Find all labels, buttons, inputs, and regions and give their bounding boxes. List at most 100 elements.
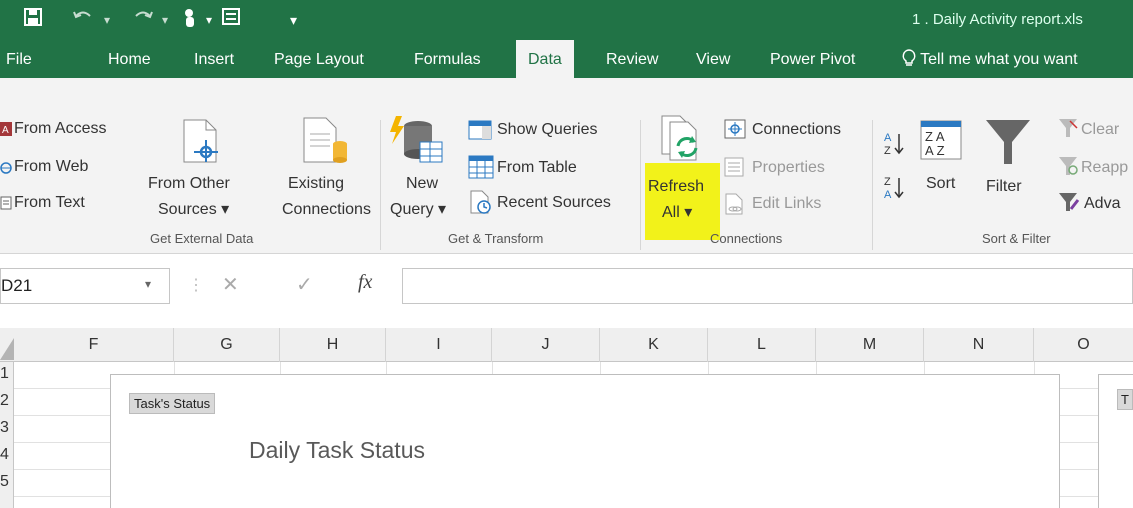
tab-power-pivot[interactable]: Power Pivot: [770, 40, 855, 78]
row-header-2[interactable]: 2: [0, 389, 14, 413]
from-text-button[interactable]: From Text: [14, 193, 85, 213]
sort-a-to-z-icon[interactable]: AZ: [884, 130, 904, 160]
name-box-dropdown-icon[interactable]: ▾: [145, 277, 151, 291]
group-separator: [872, 120, 873, 250]
tell-me-box[interactable]: Tell me what you want: [902, 40, 1078, 78]
recent-sources-icon: [468, 190, 492, 218]
properties-button[interactable]: Properties: [752, 158, 825, 178]
tab-review[interactable]: Review: [606, 40, 658, 78]
refresh-all-label-2[interactable]: All ▾: [662, 203, 692, 223]
svg-text:A: A: [2, 125, 9, 136]
clear-filter-icon: [1058, 118, 1078, 142]
advanced-icon: [1058, 192, 1080, 216]
undo-icon[interactable]: [72, 8, 94, 32]
column-header-f[interactable]: F: [14, 328, 174, 362]
group-separator: [380, 120, 381, 250]
row-header-5[interactable]: 5: [0, 470, 14, 494]
row-headers: 1 2 3 4 5: [0, 362, 14, 508]
tab-page-layout[interactable]: Page Layout: [274, 40, 364, 78]
show-queries-icon: [468, 120, 492, 144]
formula-bar-grip-icon: ⋮: [188, 277, 204, 294]
cancel-icon[interactable]: ✕: [222, 272, 239, 297]
column-header-h[interactable]: H: [280, 328, 386, 362]
clear-button[interactable]: Clear: [1081, 120, 1119, 140]
form-icon[interactable]: [222, 8, 242, 32]
insert-function-icon[interactable]: fx: [358, 271, 372, 294]
undo-dropdown-icon[interactable]: ▾: [104, 8, 110, 32]
tab-file[interactable]: File: [6, 40, 32, 78]
show-queries-button[interactable]: Show Queries: [497, 120, 598, 140]
select-all-corner-icon[interactable]: [0, 338, 14, 364]
task-status-chart[interactable]: Task's Status Daily Task Status: [110, 374, 1060, 508]
redo-dropdown-icon[interactable]: ▾: [162, 8, 168, 32]
sort-button[interactable]: Sort: [926, 174, 955, 194]
chart-title[interactable]: Daily Task Status: [249, 437, 425, 464]
existing-connections-icon: [300, 116, 350, 170]
tab-insert[interactable]: Insert: [194, 40, 234, 78]
row-header-3[interactable]: 3: [0, 416, 14, 440]
lightbulb-icon: [902, 49, 920, 68]
row-header-4[interactable]: 4: [0, 443, 14, 467]
sort-z-to-a-icon[interactable]: ZA: [884, 174, 904, 204]
from-other-sources-icon: [178, 118, 226, 170]
filter-button[interactable]: Filter: [986, 177, 1022, 197]
title-bar: ▾ ▾ ▾ ▾ 1 . Daily Activity report.xls: [0, 0, 1133, 40]
filter-funnel-icon: [984, 118, 1032, 170]
second-chart[interactable]: T: [1098, 374, 1133, 508]
group-sort-filter: Sort & Filter: [982, 231, 1051, 246]
column-header-g[interactable]: G: [174, 328, 280, 362]
column-header-j[interactable]: J: [492, 328, 600, 362]
svg-text:Z: Z: [884, 145, 891, 156]
name-box[interactable]: D21 ▾: [0, 268, 170, 304]
refresh-highlight: [645, 163, 720, 240]
column-headers: F G H I J K L M N O: [0, 328, 1133, 362]
new-query-label-1[interactable]: New: [406, 174, 438, 194]
column-header-l[interactable]: L: [708, 328, 816, 362]
touch-mode-icon[interactable]: [182, 8, 200, 34]
reapply-icon: [1058, 156, 1078, 180]
tab-view[interactable]: View: [696, 40, 730, 78]
from-web-button[interactable]: From Web: [14, 157, 88, 177]
refresh-all-label-1[interactable]: Refresh: [648, 177, 704, 197]
column-header-o[interactable]: O: [1034, 328, 1133, 362]
name-box-value: D21: [1, 276, 33, 295]
second-chart-field-button[interactable]: T: [1117, 389, 1133, 410]
advanced-button[interactable]: Adva: [1084, 194, 1120, 214]
tell-me-label: Tell me what you want: [920, 51, 1078, 68]
svg-text:A: A: [884, 132, 892, 144]
new-query-label-2[interactable]: Query ▾: [390, 200, 446, 220]
column-header-k[interactable]: K: [600, 328, 708, 362]
properties-icon: [724, 157, 744, 181]
svg-text:A Z: A Z: [925, 143, 945, 158]
access-icon: A: [0, 122, 14, 136]
column-header-n[interactable]: N: [924, 328, 1034, 362]
save-icon[interactable]: [24, 8, 42, 32]
touch-dropdown-icon[interactable]: ▾: [206, 8, 212, 32]
column-header-i[interactable]: I: [386, 328, 492, 362]
from-other-sources-label-2[interactable]: Sources ▾: [158, 200, 229, 220]
existing-connections-label-1[interactable]: Existing: [288, 174, 344, 194]
chart-field-button[interactable]: Task's Status: [129, 393, 216, 414]
tab-formulas[interactable]: Formulas: [414, 40, 481, 78]
formula-input[interactable]: [402, 268, 1133, 304]
tab-home[interactable]: Home: [108, 40, 151, 78]
from-other-sources-label-1[interactable]: From Other: [148, 174, 230, 194]
customize-qat-icon[interactable]: ▾: [290, 8, 297, 32]
column-header-m[interactable]: M: [816, 328, 924, 362]
existing-connections-label-2[interactable]: Connections: [282, 200, 371, 220]
recent-sources-button[interactable]: Recent Sources: [497, 193, 611, 213]
redo-icon[interactable]: [132, 8, 154, 32]
tab-data[interactable]: Data: [516, 40, 574, 78]
svg-text:Z A: Z A: [925, 129, 945, 144]
row-header-1[interactable]: 1: [0, 362, 14, 386]
from-access-button[interactable]: From Access: [14, 119, 106, 139]
connections-button[interactable]: Connections: [752, 120, 841, 140]
edit-links-button[interactable]: Edit Links: [752, 194, 821, 214]
enter-icon[interactable]: ✓: [296, 272, 313, 297]
connections-icon: [724, 119, 746, 143]
sort-dialog-icon: Z AA Z: [920, 120, 968, 166]
ribbon-tabs: File Home Insert Page Layout Formulas Da…: [0, 40, 1133, 78]
reapply-button[interactable]: Reapp: [1081, 158, 1128, 178]
from-table-button[interactable]: From Table: [497, 158, 577, 178]
group-connections: Connections: [710, 231, 783, 246]
